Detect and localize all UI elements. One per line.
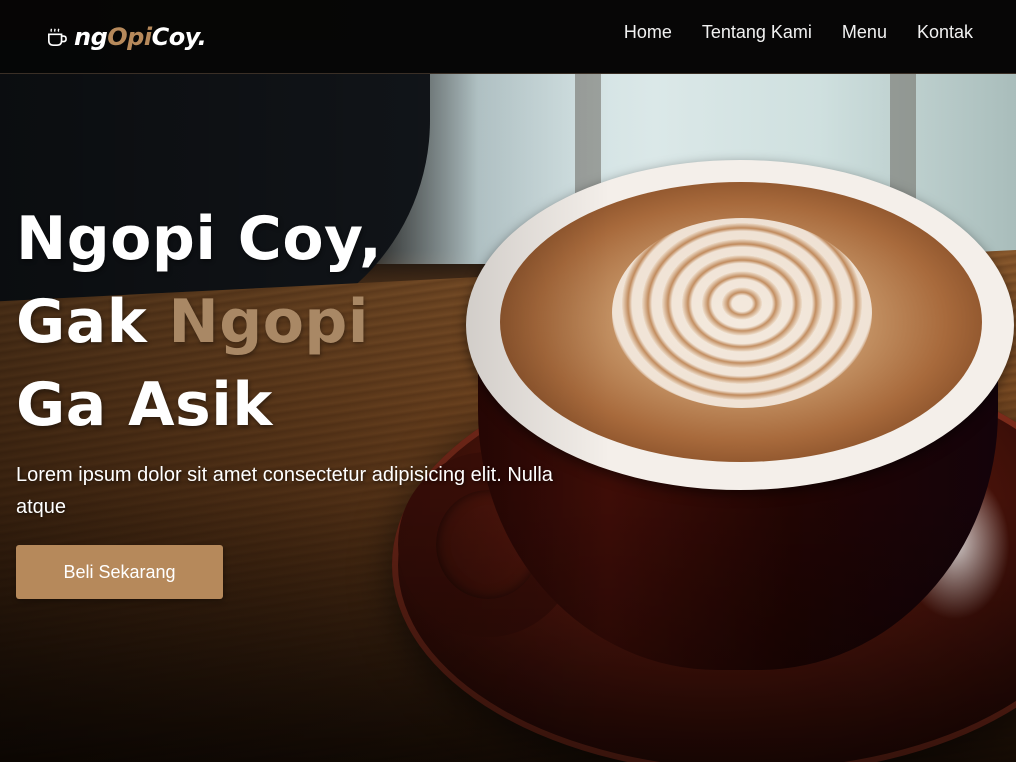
nav-item-kontak[interactable]: Kontak: [917, 20, 973, 44]
headline-line-1: Ngopi Coy,: [16, 204, 383, 274]
headline-line-2-prefix: Gak: [16, 287, 169, 357]
headline-accent: Ngopi: [168, 287, 369, 357]
buy-now-button[interactable]: Beli Sekarang: [16, 545, 223, 599]
hero-headline: Ngopi Coy, Gak Ngopi Ga Asik: [16, 198, 596, 447]
hero-description: Lorem ipsum dolor sit amet consectetur a…: [16, 464, 553, 518]
nav-item-tentang-kami[interactable]: Tentang Kami: [702, 20, 812, 44]
main-nav: Home Tentang Kami Menu Kontak: [594, 20, 973, 44]
headline-line-3: Ga Asik: [16, 370, 273, 440]
nav-item-home[interactable]: Home: [624, 20, 672, 44]
coffee-cup-icon: [48, 28, 67, 46]
navbar: ngOpiCoy. Home Tentang Kami Menu Kontak: [0, 0, 1016, 74]
brand-logo[interactable]: ngOpiCoy.: [46, 22, 207, 52]
brand-name: ngOpiCoy.: [74, 23, 207, 51]
nav-item-menu[interactable]: Menu: [842, 20, 887, 44]
hero-content: Ngopi Coy, Gak Ngopi Ga Asik Lorem ipsum…: [16, 198, 596, 599]
